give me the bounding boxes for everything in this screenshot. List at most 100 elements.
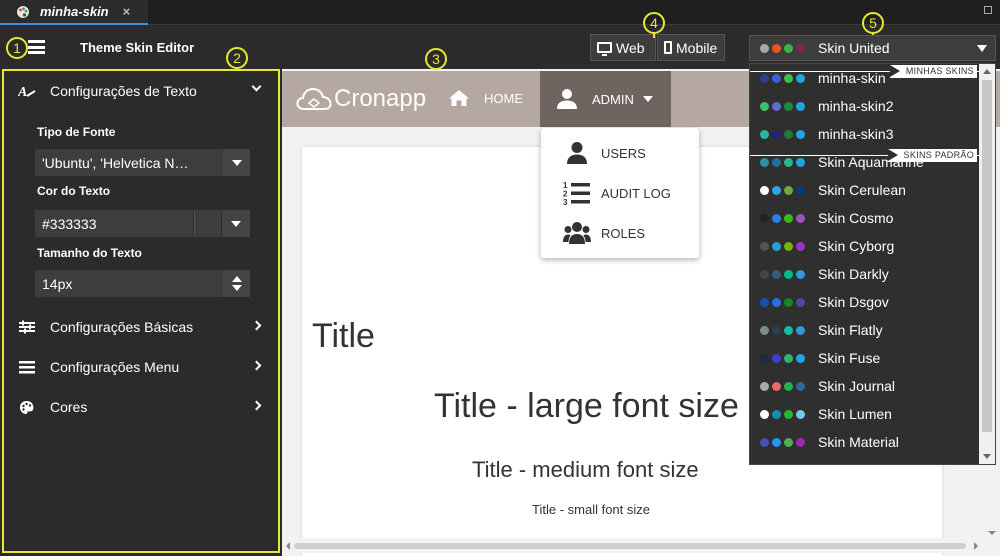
brand-logo[interactable]: Cronapp — [296, 85, 426, 113]
text-size-input[interactable]: 14px — [35, 270, 223, 297]
color-dot — [760, 43, 769, 53]
preview-title-small: Title - small font size — [532, 502, 650, 517]
color-dot — [796, 101, 805, 111]
skin-option[interactable]: Skin Fuse — [760, 344, 985, 372]
color-dot — [784, 353, 793, 363]
palette-icon — [17, 5, 29, 18]
home-icon — [449, 90, 469, 106]
skin-option-label: minha-skin2 — [818, 98, 894, 114]
skin-color-dots — [760, 241, 808, 251]
skin-option[interactable]: Skin Cyborg — [760, 232, 985, 260]
scroll-down-icon[interactable] — [983, 454, 991, 459]
scroll-down-icon[interactable] — [988, 531, 996, 535]
skin-option[interactable]: Skin Flatly — [760, 316, 985, 344]
skin-option[interactable]: Skin Darkly — [760, 260, 985, 288]
color-dot — [784, 297, 793, 307]
user-icon — [557, 89, 577, 109]
scroll-right-icon[interactable] — [974, 542, 978, 550]
sliders-icon — [18, 319, 36, 335]
section-basic-settings[interactable]: Configurações Básicas — [18, 315, 268, 339]
decrement-icon[interactable] — [231, 285, 242, 291]
skin-option-label: minha-skin3 — [818, 126, 894, 142]
scrollbar-thumb[interactable] — [982, 80, 992, 432]
text-size-label: Tamanho do Texto — [37, 246, 142, 260]
color-dot — [796, 269, 805, 279]
font-type-dropdown-button[interactable] — [223, 149, 250, 176]
web-mode-label: Web — [616, 39, 645, 56]
skin-color-dots — [760, 101, 808, 111]
color-dot — [772, 353, 781, 363]
brand-name: Cronapp — [334, 85, 427, 112]
section-label: Cores — [50, 399, 88, 415]
tab-minha-skin[interactable]: minha-skin × — [0, 0, 148, 25]
color-dot — [784, 73, 793, 83]
caret-down-icon — [642, 96, 653, 102]
admin-dropdown-menu: USERS 123 AUDIT LOG ROLES — [541, 128, 699, 258]
increment-icon[interactable] — [231, 276, 242, 282]
section-menu-settings[interactable]: Configurações Menu — [18, 355, 268, 379]
skin-option[interactable]: Skin Cosmo — [760, 204, 985, 232]
scroll-left-icon[interactable] — [286, 542, 290, 550]
color-swatch[interactable] — [194, 210, 221, 237]
palette-icon — [18, 399, 36, 415]
menu-item-users[interactable]: USERS — [563, 140, 646, 166]
menu-item-audit-log[interactable]: 123 AUDIT LOG — [563, 180, 671, 206]
text-color-input[interactable]: #333333 — [35, 210, 193, 237]
skin-list-scrollbar[interactable] — [979, 64, 995, 464]
cloud-logo-icon — [296, 87, 332, 110]
color-dot — [784, 241, 793, 251]
color-dot — [784, 185, 793, 195]
section-colors[interactable]: Cores — [18, 395, 268, 419]
color-dot — [760, 297, 769, 307]
skin-option-label: Skin Fuse — [818, 350, 881, 366]
skin-option[interactable]: Skin Dsgov — [760, 288, 985, 316]
mobile-mode-button[interactable]: Mobile — [657, 34, 725, 61]
skin-option-label: Skin Dsgov — [818, 294, 889, 310]
phone-icon — [664, 41, 672, 54]
caret-down-icon — [231, 159, 242, 166]
callout-marker-4: 4 — [643, 12, 665, 34]
mobile-mode-label: Mobile — [676, 39, 718, 56]
color-dot — [760, 437, 769, 447]
color-dropdown-button[interactable] — [222, 210, 250, 237]
skin-select[interactable]: Skin United — [749, 35, 996, 61]
section-label: Configurações Menu — [50, 359, 180, 375]
preview-horizontal-scrollbar[interactable] — [282, 538, 982, 553]
skin-option[interactable]: Skin Material — [760, 428, 985, 456]
text-size-stepper[interactable] — [223, 270, 250, 297]
user-icon — [563, 140, 591, 166]
restore-window-icon[interactable] — [984, 6, 992, 14]
scrollbar-thumb[interactable] — [294, 543, 966, 549]
skin-option[interactable]: minha-skin3 — [760, 120, 985, 148]
color-dot — [760, 353, 769, 363]
theme-skin-editor-window: minha-skin × Theme Skin Editor Web Mobil… — [0, 0, 1000, 556]
color-dot — [772, 185, 781, 195]
menu-item-roles[interactable]: ROLES — [563, 220, 645, 246]
hamburger-menu-icon[interactable] — [28, 40, 45, 54]
skin-option[interactable]: minha-skin2 — [760, 92, 985, 120]
skin-option[interactable]: Skin Journal — [760, 372, 985, 400]
font-type-label: Tipo de Fonte — [37, 125, 116, 139]
color-dot — [760, 101, 769, 111]
color-dot — [772, 381, 781, 391]
callout-marker-5: 5 — [862, 12, 884, 34]
color-dot — [784, 269, 793, 279]
color-dot — [760, 241, 769, 251]
web-mode-button[interactable]: Web — [590, 34, 656, 61]
font-type-select[interactable]: 'Ubuntu', 'Helvetica N… — [35, 149, 223, 176]
skin-color-dots — [760, 213, 808, 223]
section-text-settings[interactable]: A Configurações de Texto — [18, 79, 268, 103]
section-label: Configurações Básicas — [50, 319, 194, 335]
close-icon[interactable]: × — [123, 4, 131, 19]
color-dot — [772, 129, 781, 139]
skin-color-dots — [760, 409, 808, 419]
scroll-up-icon[interactable] — [983, 69, 991, 74]
skin-option[interactable]: Skin Lumen — [760, 400, 985, 428]
callout-marker-2: 2 — [226, 47, 248, 69]
skin-option[interactable]: Skin Cerulean — [760, 176, 985, 204]
chevron-right-icon — [251, 320, 262, 331]
skin-color-dots — [760, 73, 808, 83]
nav-home[interactable]: HOME — [448, 89, 523, 107]
skin-color-dots — [760, 437, 808, 447]
nav-admin[interactable]: ADMIN — [540, 71, 671, 127]
